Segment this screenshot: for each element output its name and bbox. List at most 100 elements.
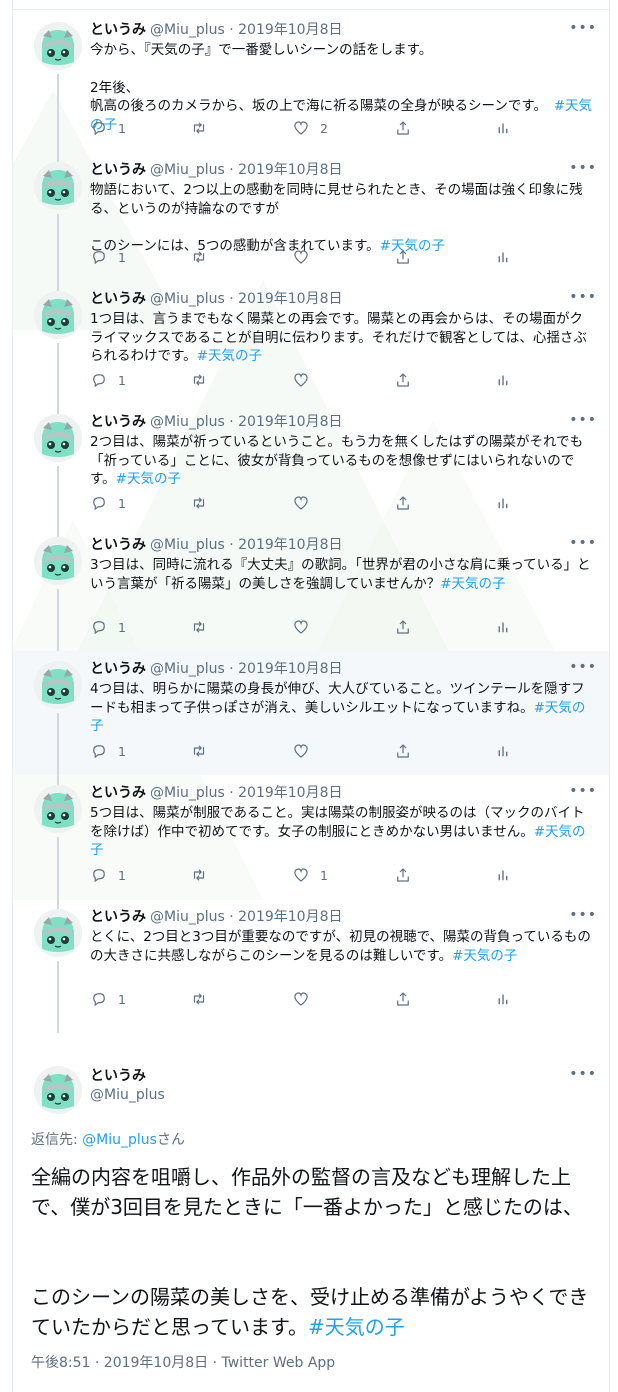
action-count: 1 <box>118 120 126 136</box>
avatar[interactable] <box>34 909 82 957</box>
action-count: 1 <box>118 619 126 635</box>
main-text-line2: このシーンの陽菜の美しさを、受け止める準備がようやくできていたからだと思っていま… <box>31 1282 599 1342</box>
ellipsis-icon[interactable]: ••• <box>569 289 597 305</box>
thread-tweet[interactable]: というみ @Miu_plus · 2019年10月8日 ••• 1つ目は、言うまでもな… <box>13 281 609 414</box>
hashtag-link[interactable]: #天気の子 <box>197 348 262 364</box>
author-name[interactable]: というみ <box>90 414 146 430</box>
retweet-button[interactable] <box>190 118 208 138</box>
hashtag-link[interactable]: #天気の子 <box>452 948 517 964</box>
retweet-button[interactable] <box>190 493 208 513</box>
ellipsis-icon[interactable]: ••• <box>569 160 597 176</box>
reply-button[interactable]: 1 <box>90 247 126 267</box>
reply-button[interactable]: 1 <box>90 617 126 637</box>
author-name[interactable]: というみ <box>90 785 146 801</box>
share-button[interactable] <box>394 247 412 267</box>
hashtag-link[interactable]: #天気の子 <box>116 471 181 487</box>
thread-tweet[interactable]: というみ @Miu_plus · 2019年10月8日 ••• 3つ目は、同時に流れる… <box>13 527 609 661</box>
retweet-button[interactable] <box>190 741 208 761</box>
author-handle-date[interactable]: @Miu_plus · 2019年10月8日 <box>150 909 343 925</box>
thread-tweet[interactable]: というみ @Miu_plus · 2019年10月8日 ••• 5つ目は、陽菜が制服で… <box>13 775 609 909</box>
author-handle-date[interactable]: @Miu_plus · 2019年10月8日 <box>150 291 343 307</box>
author-name[interactable]: というみ <box>90 537 146 553</box>
share-button[interactable] <box>394 865 412 885</box>
reply-button[interactable]: 1 <box>90 118 126 138</box>
action-count: 1 <box>118 249 126 265</box>
author-name[interactable]: というみ <box>90 162 146 178</box>
avatar[interactable] <box>34 1066 82 1114</box>
analytics-button[interactable] <box>494 741 512 761</box>
reply-handle-link[interactable]: @Miu_plus <box>82 1132 157 1148</box>
main-author-name[interactable]: というみ <box>90 1066 146 1086</box>
ellipsis-icon[interactable]: ••• <box>569 659 597 675</box>
share-button[interactable] <box>394 741 412 761</box>
analytics-button[interactable] <box>494 247 512 267</box>
share-button[interactable] <box>394 493 412 513</box>
author-handle-date[interactable]: @Miu_plus · 2019年10月8日 <box>150 162 343 178</box>
main-tweet[interactable]: というみ @Miu_plus ••• 返信先: @Miu_plusさん 全編の内… <box>13 1056 609 1392</box>
main-timestamp[interactable]: 午後8:51 · 2019年10月8日 · Twitter Web App <box>31 1353 335 1373</box>
author-name[interactable]: というみ <box>90 661 146 677</box>
ellipsis-icon[interactable]: ••• <box>569 412 597 428</box>
analytics-button[interactable] <box>494 370 512 390</box>
share-button[interactable] <box>394 989 412 1009</box>
like-button[interactable] <box>292 493 310 513</box>
avatar[interactable] <box>34 785 82 833</box>
reply-button[interactable]: 1 <box>90 989 126 1009</box>
ellipsis-icon[interactable]: ••• <box>569 20 597 36</box>
thread-tweet[interactable]: というみ @Miu_plus · 2019年10月8日 ••• 物語において、2つ以上… <box>13 152 609 291</box>
ellipsis-icon[interactable]: ••• <box>569 783 597 799</box>
like-button[interactable] <box>292 989 310 1009</box>
thread-tweet[interactable]: というみ @Miu_plus · 2019年10月8日 ••• 2つ目は、陽菜が祈って… <box>13 404 609 537</box>
avatar[interactable] <box>34 661 82 709</box>
hashtag-link[interactable]: #天気の子 <box>308 1315 405 1339</box>
avatar[interactable] <box>34 22 82 70</box>
reply-icon <box>90 866 108 884</box>
author-handle-date[interactable]: @Miu_plus · 2019年10月8日 <box>150 661 343 677</box>
tweet-text: 3つ目は、同時に流れる『大丈夫』の歌詞。「世界が君の小さな肩に乗っている」という… <box>90 556 595 593</box>
retweet-button[interactable] <box>190 989 208 1009</box>
main-author-handle[interactable]: @Miu_plus <box>90 1085 165 1105</box>
analytics-button[interactable] <box>494 118 512 138</box>
reply-icon <box>90 742 108 760</box>
thread-tweet[interactable]: というみ @Miu_plus · 2019年10月8日 ••• とくに、2つ目と3つ目… <box>13 899 609 1033</box>
share-button[interactable] <box>394 370 412 390</box>
like-button[interactable]: 2 <box>292 118 328 138</box>
retweet-button[interactable] <box>190 617 208 637</box>
like-button[interactable] <box>292 247 310 267</box>
analytics-button[interactable] <box>494 617 512 637</box>
author-handle-date[interactable]: @Miu_plus · 2019年10月8日 <box>150 537 343 553</box>
thread-tweet[interactable]: というみ @Miu_plus · 2019年10月8日 ••• 4つ目は、明らかに陽菜… <box>13 651 609 785</box>
like-button[interactable]: 1 <box>292 865 328 885</box>
share-button[interactable] <box>394 617 412 637</box>
author-name[interactable]: というみ <box>90 909 146 925</box>
like-button[interactable] <box>292 617 310 637</box>
reply-button[interactable]: 1 <box>90 370 126 390</box>
analytics-button[interactable] <box>494 989 512 1009</box>
like-button[interactable] <box>292 370 310 390</box>
author-name[interactable]: というみ <box>90 291 146 307</box>
analytics-button[interactable] <box>494 865 512 885</box>
retweet-button[interactable] <box>190 865 208 885</box>
author-handle-date[interactable]: @Miu_plus · 2019年10月8日 <box>150 785 343 801</box>
ellipsis-icon[interactable]: ••• <box>569 535 597 551</box>
ellipsis-icon[interactable]: ••• <box>569 907 597 923</box>
reply-button[interactable]: 1 <box>90 493 126 513</box>
avatar[interactable] <box>34 162 82 210</box>
analytics-button[interactable] <box>494 493 512 513</box>
like-button[interactable] <box>292 741 310 761</box>
avatar[interactable] <box>34 291 82 339</box>
author-handle-date[interactable]: @Miu_plus · 2019年10月8日 <box>150 414 343 430</box>
retweet-button[interactable] <box>190 370 208 390</box>
author-handle-date[interactable]: @Miu_plus · 2019年10月8日 <box>150 22 343 38</box>
reply-button[interactable]: 1 <box>90 741 126 761</box>
author-name[interactable]: というみ <box>90 22 146 38</box>
ellipsis-icon[interactable]: ••• <box>569 1066 597 1082</box>
share-icon <box>394 742 412 760</box>
reply-button[interactable]: 1 <box>90 865 126 885</box>
retweet-button[interactable] <box>190 247 208 267</box>
share-button[interactable] <box>394 118 412 138</box>
hashtag-link[interactable]: #天気の子 <box>440 576 505 592</box>
avatar[interactable] <box>34 414 82 462</box>
thread-tweet[interactable]: というみ @Miu_plus · 2019年10月8日 ••• 今から、『天気の子』で… <box>13 12 609 162</box>
avatar[interactable] <box>34 537 82 585</box>
